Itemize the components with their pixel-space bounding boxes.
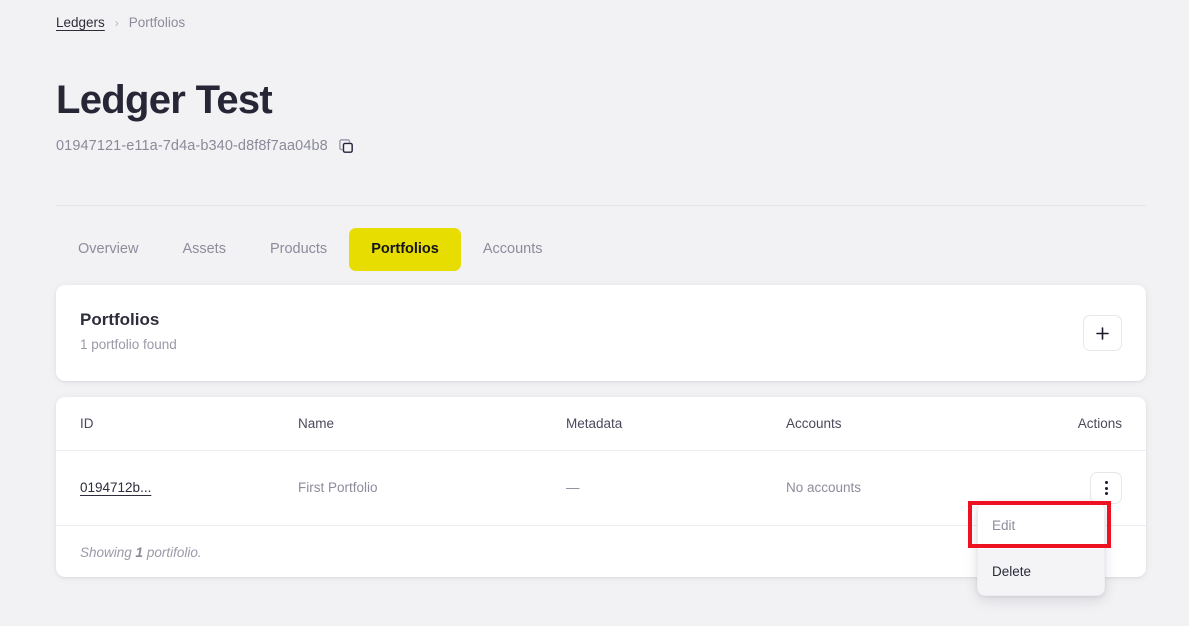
add-portfolio-button[interactable] [1083,315,1122,351]
cell-name: First Portfolio [298,450,566,526]
tab-accounts[interactable]: Accounts [461,228,565,271]
column-header-accounts: Accounts [786,397,1046,451]
table-head: ID Name Metadata Accounts Actions [56,397,1146,451]
chevron-right-icon: › [114,16,119,30]
footer-suffix: portifolio. [143,545,202,560]
kebab-dots [1104,481,1108,495]
tab-assets[interactable]: Assets [160,228,248,271]
actions-dropdown-menu: Edit Delete [977,502,1105,596]
page-title: Ledger Test [56,78,273,122]
column-header-actions: Actions [1046,397,1146,451]
footer-prefix: Showing [80,545,136,560]
column-header-name: Name [298,397,566,451]
breadcrumb-current-portfolios: Portfolios [128,15,186,30]
table-header-row: ID Name Metadata Accounts Actions [56,397,1146,451]
page-root: Ledgers › Portfolios Ledger Test 0194712… [0,0,1189,626]
tab-bar: Overview Assets Products Portfolios Acco… [56,228,565,271]
card-title: Portfolios [80,310,160,329]
tab-portfolios[interactable]: Portfolios [349,228,461,271]
copy-icon[interactable] [338,138,356,156]
cell-metadata: — [566,450,786,526]
ledger-id-text: 01947121-e11a-7d4a-b340-d8f8f7aa04b8 [56,138,328,154]
footer-count: 1 [135,545,144,560]
column-header-id: ID [56,397,298,451]
cell-id: 0194712b... [56,450,298,526]
tab-products[interactable]: Products [248,228,349,271]
menu-item-delete[interactable]: Delete [978,549,1104,595]
header-divider [56,205,1146,206]
kebab-menu-icon[interactable] [1090,472,1122,504]
ledger-id-row: 01947121-e11a-7d4a-b340-d8f8f7aa04b8 [56,136,356,157]
plus-icon [1096,326,1109,340]
column-header-metadata: Metadata [566,397,786,451]
menu-item-edit[interactable]: Edit [978,503,1104,549]
portfolio-id-link[interactable]: 0194712b... [80,480,151,495]
breadcrumb-link-ledgers[interactable]: Ledgers [56,13,105,33]
portfolios-header-card: Portfolios 1 portfolio found [56,285,1146,381]
tab-overview[interactable]: Overview [56,228,160,271]
card-subtitle: 1 portfolio found [80,337,177,352]
breadcrumb: Ledgers › Portfolios [56,13,185,33]
